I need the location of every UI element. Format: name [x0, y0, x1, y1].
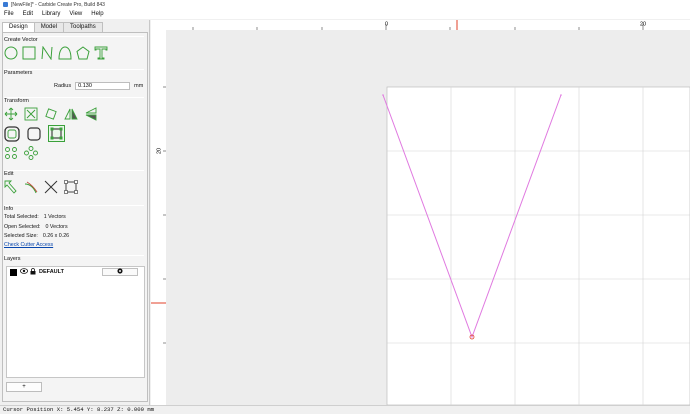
mirror-horizontal-icon[interactable] [64, 107, 78, 121]
edit-section: Edit [4, 170, 144, 194]
trim-icon[interactable] [24, 180, 38, 194]
eye-icon[interactable] [20, 268, 28, 276]
check-cutter-access-link[interactable]: Check Cutter Access [4, 242, 144, 248]
layers-title: Layers [4, 256, 21, 262]
open-selected-value: 0 Vectors [45, 223, 68, 230]
ruler-label-0: 0 [385, 22, 388, 28]
menu-file[interactable]: File [4, 11, 14, 17]
lock-icon[interactable] [30, 267, 36, 277]
title-bar: [NewFile]* - Carbide Create Pro, Build 8… [0, 0, 690, 9]
select-arrow-icon[interactable] [4, 180, 18, 194]
gear-icon [117, 268, 123, 276]
create-vector-section: Create Vector [4, 36, 144, 60]
total-selected-label: Total Selected: [4, 214, 39, 220]
radius-label: Radius [54, 83, 72, 89]
status-bar: Cursor Position X: 5.454 Y: 8.237 Z: 0.0… [0, 405, 690, 414]
move-icon[interactable] [4, 107, 18, 121]
cursor-position-readout: Cursor Position X: 5.454 Y: 8.237 Z: 0.0… [3, 406, 155, 413]
ruler-label-20: 20 [640, 22, 646, 28]
node-edit-icon[interactable] [48, 125, 65, 142]
menu-library[interactable]: Library [42, 11, 60, 17]
layer-row-default[interactable]: DEFAULT [7, 267, 144, 277]
design-canvas[interactable]: 0 20 20 [151, 20, 690, 406]
layer-settings-button[interactable] [102, 268, 138, 276]
bounding-box-icon[interactable] [64, 180, 78, 194]
circle-tool-icon[interactable] [4, 46, 18, 60]
panel-tabs: Design Model Toolpaths [2, 22, 103, 32]
transform-title: Transform [4, 98, 29, 104]
create-vector-title: Create Vector [4, 37, 38, 43]
canvas-svg[interactable]: 0 20 20 [151, 20, 690, 406]
menu-view[interactable]: View [69, 11, 82, 17]
edit-title: Edit [4, 171, 14, 177]
parameters-section: Parameters Radius mm [4, 69, 144, 90]
text-tool-icon[interactable] [94, 46, 108, 60]
selected-size-label: Selected Size: [4, 233, 38, 240]
app-icon [3, 2, 8, 7]
array-grid-icon[interactable] [4, 146, 18, 160]
polygon-tool-icon[interactable] [76, 46, 90, 60]
end-node-handle[interactable] [560, 94, 562, 96]
info-section: Info Total Selected: 1 Vectors Open Selec… [4, 205, 144, 248]
start-node-handle[interactable] [382, 94, 384, 96]
rotate-icon[interactable] [44, 107, 58, 121]
left-ruler[interactable] [151, 30, 166, 405]
open-selected-label: Open Selected: [4, 223, 41, 230]
info-title: Info [4, 206, 14, 212]
scale-icon[interactable] [24, 107, 38, 121]
total-selected-value: 1 Vectors [43, 214, 66, 220]
menu-help[interactable]: Help [91, 11, 103, 17]
rectangle-tool-icon[interactable] [22, 46, 36, 60]
tab-toolpaths[interactable]: Toolpaths [63, 22, 103, 32]
layer-name: DEFAULT [39, 269, 64, 275]
ruler-label-left-20: 20 [157, 148, 163, 154]
tab-model[interactable]: Model [33, 22, 65, 32]
fillet-icon[interactable] [26, 126, 42, 142]
menu-bar: File Edit Library View Help [0, 9, 690, 19]
selected-size-value: 0.26 x 0.26 [42, 233, 70, 240]
add-layer-button[interactable]: + [6, 382, 42, 392]
menu-edit[interactable]: Edit [23, 11, 33, 17]
cut-icon[interactable] [44, 180, 58, 194]
curve-tool-icon[interactable] [58, 46, 72, 60]
radius-unit: mm [134, 83, 144, 89]
radius-input[interactable] [75, 82, 131, 90]
top-ruler[interactable] [151, 20, 690, 30]
mirror-vertical-icon[interactable] [84, 107, 98, 121]
parameters-title: Parameters [4, 70, 33, 76]
layers-list: DEFAULT [6, 266, 145, 378]
tab-design[interactable]: Design [2, 22, 35, 32]
array-circular-icon[interactable] [24, 146, 38, 160]
layer-color-swatch[interactable] [10, 268, 17, 276]
transform-section: Transform [4, 97, 144, 160]
offset-icon[interactable] [4, 125, 20, 142]
window-title: [NewFile]* - Carbide Create Pro, Build 8… [11, 1, 105, 8]
layers-section: Layers [4, 255, 144, 262]
polyline-tool-icon[interactable] [40, 46, 54, 60]
stock-area[interactable] [386, 86, 690, 406]
